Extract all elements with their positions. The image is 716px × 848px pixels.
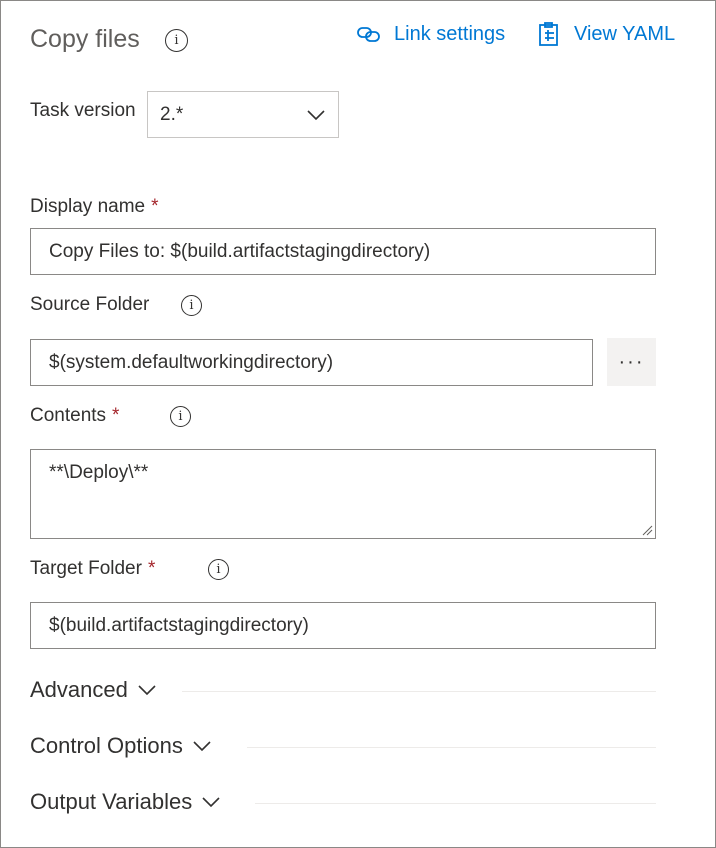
section-divider xyxy=(247,747,656,748)
source-folder-info-icon[interactable]: i xyxy=(181,295,202,316)
browse-button[interactable]: ··· xyxy=(607,338,656,386)
task-version-select[interactable]: 2.* xyxy=(147,91,339,138)
target-folder-label: Target Folder * xyxy=(30,558,155,580)
target-folder-text: Target Folder xyxy=(30,558,142,579)
source-folder-value: $(system.defaultworkingdirectory) xyxy=(49,351,334,373)
required-marker: * xyxy=(147,558,156,579)
contents-value: **\Deploy\** xyxy=(49,462,149,483)
link-icon xyxy=(357,27,380,42)
display-name-value: Copy Files to: $(build.artifactstagingdi… xyxy=(49,240,431,262)
output-variables-section-toggle[interactable]: Output Variables xyxy=(30,789,222,815)
advanced-label: Advanced xyxy=(30,677,128,702)
required-marker: * xyxy=(151,196,159,217)
control-options-section-toggle[interactable]: Control Options xyxy=(30,733,213,759)
display-name-text: Display name xyxy=(30,196,146,217)
source-folder-label: Source Folder xyxy=(30,294,149,316)
output-variables-label: Output Variables xyxy=(30,789,193,814)
contents-label: Contents * xyxy=(30,405,119,427)
view-yaml-label: View YAML xyxy=(574,22,676,45)
source-folder-text: Source Folder xyxy=(30,294,150,315)
target-folder-field[interactable]: $(build.artifactstagingdirectory) xyxy=(30,602,656,649)
display-name-field[interactable]: Copy Files to: $(build.artifactstagingdi… xyxy=(30,228,656,275)
link-settings-link[interactable]: Link settings xyxy=(356,21,505,47)
control-options-label: Control Options xyxy=(30,733,183,758)
link-settings-label: Link settings xyxy=(394,22,506,45)
more-icon: ··· xyxy=(618,350,645,373)
contents-textarea[interactable]: **\Deploy\** xyxy=(30,449,656,539)
advanced-section-toggle[interactable]: Advanced xyxy=(30,677,158,703)
clipboard-icon xyxy=(539,22,558,46)
page-title: Copy files xyxy=(30,25,140,53)
chevron-down-icon xyxy=(202,797,220,808)
chevron-down-icon xyxy=(307,109,325,120)
contents-text: Contents xyxy=(30,405,107,426)
target-folder-info-icon[interactable]: i xyxy=(208,559,229,580)
task-panel: Copy files i Link settings View YAML Tas… xyxy=(0,0,716,848)
task-version-value: 2.* xyxy=(160,103,184,125)
resize-handle-icon[interactable] xyxy=(641,524,653,536)
source-folder-field[interactable]: $(system.defaultworkingdirectory) xyxy=(30,339,593,386)
task-version-label: Task version xyxy=(30,100,136,122)
target-folder-value: $(build.artifactstagingdirectory) xyxy=(49,614,309,636)
display-name-label: Display name * xyxy=(30,196,159,218)
contents-info-icon[interactable]: i xyxy=(170,406,191,427)
view-yaml-link[interactable]: View YAML xyxy=(536,21,675,47)
chevron-down-icon xyxy=(193,741,211,752)
section-divider xyxy=(182,691,656,692)
chevron-down-icon xyxy=(138,685,156,696)
required-marker: * xyxy=(112,405,120,426)
title-info-icon[interactable]: i xyxy=(165,29,188,52)
task-version-text: Task version xyxy=(30,100,136,121)
section-divider xyxy=(255,803,656,804)
